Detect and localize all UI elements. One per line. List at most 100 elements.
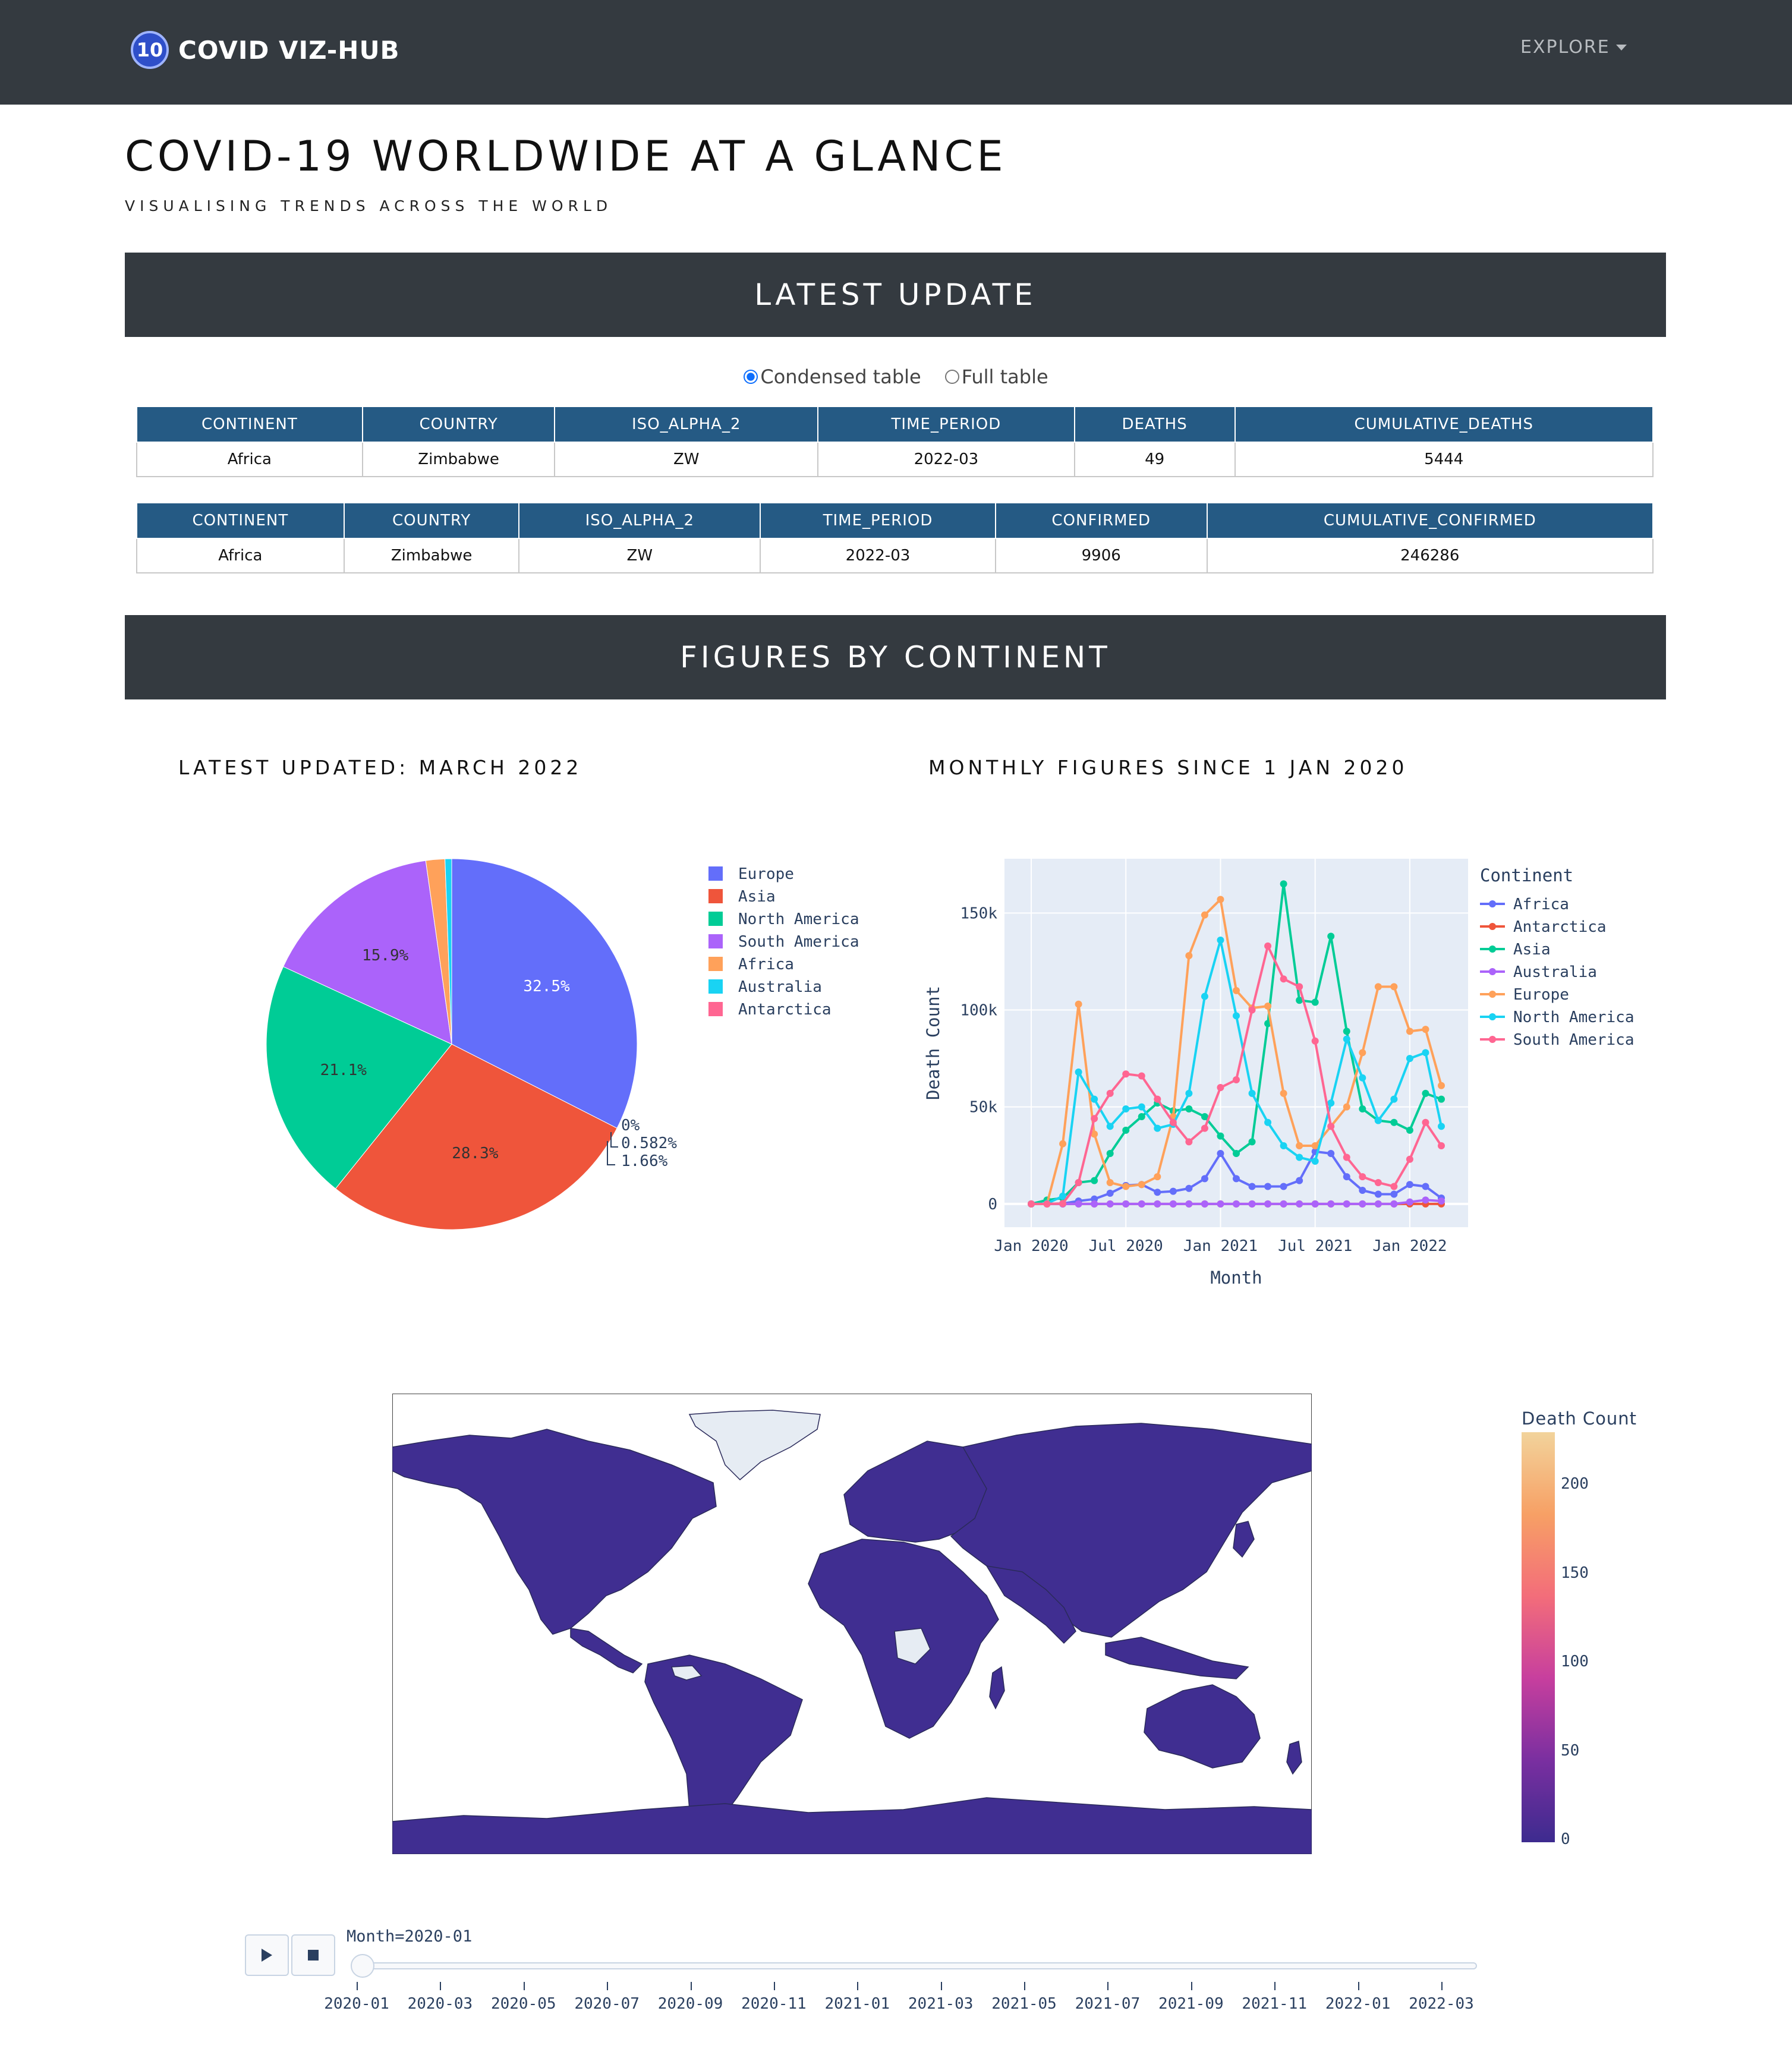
table-header[interactable]: CUMULATIVE_CONFIRMED [1206,502,1654,539]
data-point[interactable] [1374,1178,1382,1186]
data-point[interactable] [1327,1150,1335,1157]
legend-item[interactable]: North America [738,910,859,928]
data-point[interactable] [1169,1118,1177,1126]
data-point[interactable] [1359,1049,1366,1057]
slider-tick-label[interactable]: 2020-07 [565,1995,648,2013]
data-point[interactable] [1359,1074,1366,1082]
data-point[interactable] [1233,986,1240,994]
data-point[interactable] [1296,1177,1303,1184]
legend-item[interactable]: South America [738,933,859,951]
legend-item[interactable]: Africa [738,956,794,973]
slider-tick-label[interactable]: 2020-05 [482,1995,565,2013]
data-point[interactable] [1422,1026,1429,1033]
data-point[interactable] [1185,1200,1193,1208]
data-point[interactable] [1233,1076,1240,1083]
data-point[interactable] [1296,1142,1303,1149]
line-chart[interactable]: 0 50k 100k 150k Jan 2020 Jul 2020 Jan 2021 Jul … [909,832,1700,1301]
data-point[interactable] [1106,1178,1114,1186]
data-point[interactable] [1280,1142,1287,1149]
legend-swatch[interactable] [708,1002,723,1016]
legend-swatch[interactable] [708,957,723,971]
data-point[interactable] [1406,1181,1413,1189]
data-point[interactable] [1075,1000,1082,1008]
table-header[interactable]: CONTINENT [136,502,345,539]
data-point[interactable] [1201,911,1208,919]
explore-dropdown[interactable]: EXPLORE [1520,37,1627,58]
table-header[interactable]: CUMULATIVE_DEATHS [1234,406,1654,443]
data-point[interactable] [1296,983,1303,991]
data-point[interactable] [1217,1150,1224,1157]
data-point[interactable] [1264,1118,1272,1126]
legend-marker[interactable] [1489,968,1496,975]
pie-chart[interactable]: 32.5% 28.3% 21.1% 15.9% 0%0.582%1.66% Europe A… [238,832,903,1248]
data-point[interactable] [1091,1115,1098,1123]
data-point[interactable] [1390,1183,1398,1190]
data-point[interactable] [1390,1095,1398,1103]
data-point[interactable] [1327,1099,1335,1107]
radio-unchecked-icon[interactable] [944,370,959,384]
data-point[interactable] [1406,1126,1413,1134]
world-choropleth-map[interactable] [392,1394,1312,1854]
data-point[interactable] [1343,1173,1350,1181]
table-header[interactable]: COUNTRY [361,406,556,443]
slider-handle[interactable] [351,1954,374,1978]
table-cell[interactable]: 9906 [994,538,1208,573]
data-point[interactable] [1264,1200,1272,1208]
data-point[interactable] [1343,1200,1350,1208]
data-point[interactable] [1106,1089,1114,1097]
data-point[interactable] [1438,1197,1445,1205]
data-point[interactable] [1169,1187,1177,1195]
data-point[interactable] [1106,1189,1114,1197]
data-point[interactable] [1138,1200,1145,1208]
legend-marker[interactable] [1489,900,1496,907]
data-point[interactable] [1138,1103,1145,1111]
legend-marker[interactable] [1489,991,1496,998]
data-point[interactable] [1154,1095,1161,1103]
legend-marker[interactable] [1489,945,1496,953]
stop-button[interactable] [291,1934,335,1976]
legend-item[interactable]: Australia [1513,963,1597,981]
radio-checked-icon[interactable] [744,370,758,384]
data-point[interactable] [1138,1072,1145,1080]
legend-marker[interactable] [1489,1013,1496,1020]
data-point[interactable] [1327,1123,1335,1130]
data-point[interactable] [1296,1200,1303,1208]
data-point[interactable] [1122,1126,1130,1134]
data-point[interactable] [1406,1028,1413,1035]
data-point[interactable] [1438,1123,1445,1130]
data-point[interactable] [1374,983,1382,991]
table-cell[interactable]: 5444 [1234,442,1654,477]
table-cell[interactable]: 49 [1073,442,1236,477]
data-point[interactable] [1217,1132,1224,1140]
data-point[interactable] [1406,1155,1413,1163]
data-point[interactable] [1075,1178,1082,1186]
data-point[interactable] [1106,1123,1114,1130]
slider-tick-label[interactable]: 2022-03 [1400,1995,1483,2013]
data-point[interactable] [1390,983,1398,991]
data-point[interactable] [1106,1200,1114,1208]
data-point[interactable] [1311,1200,1319,1208]
data-point[interactable] [1154,1200,1161,1208]
data-point[interactable] [1233,1200,1240,1208]
slider-tick-label[interactable]: 2021-03 [899,1995,982,2013]
data-point[interactable] [1201,1124,1208,1132]
table-header[interactable]: CONTINENT [136,406,363,443]
data-point[interactable] [1122,1105,1130,1112]
data-point[interactable] [1248,1183,1256,1190]
data-point[interactable] [1390,1118,1398,1126]
data-point[interactable] [1217,937,1224,944]
slider-tick-label[interactable]: 2021-07 [1066,1995,1149,2013]
table-header[interactable]: TIME_PERIOD [817,406,1075,443]
data-point[interactable] [1106,1150,1114,1157]
data-point[interactable] [1122,1200,1130,1208]
legend-item[interactable]: Asia [738,888,776,906]
legend-swatch[interactable] [708,934,723,948]
slider-tick-label[interactable]: 2021-01 [815,1995,899,2013]
data-point[interactable] [1185,1184,1193,1192]
table-header[interactable]: COUNTRY [343,502,520,539]
data-point[interactable] [1248,1138,1256,1146]
slider-tick-label[interactable]: 2022-01 [1317,1995,1400,2013]
data-point[interactable] [1280,880,1287,888]
brand-link[interactable]: 10 COVID VIZ-HUB [131,31,400,69]
data-point[interactable] [1169,1200,1177,1208]
